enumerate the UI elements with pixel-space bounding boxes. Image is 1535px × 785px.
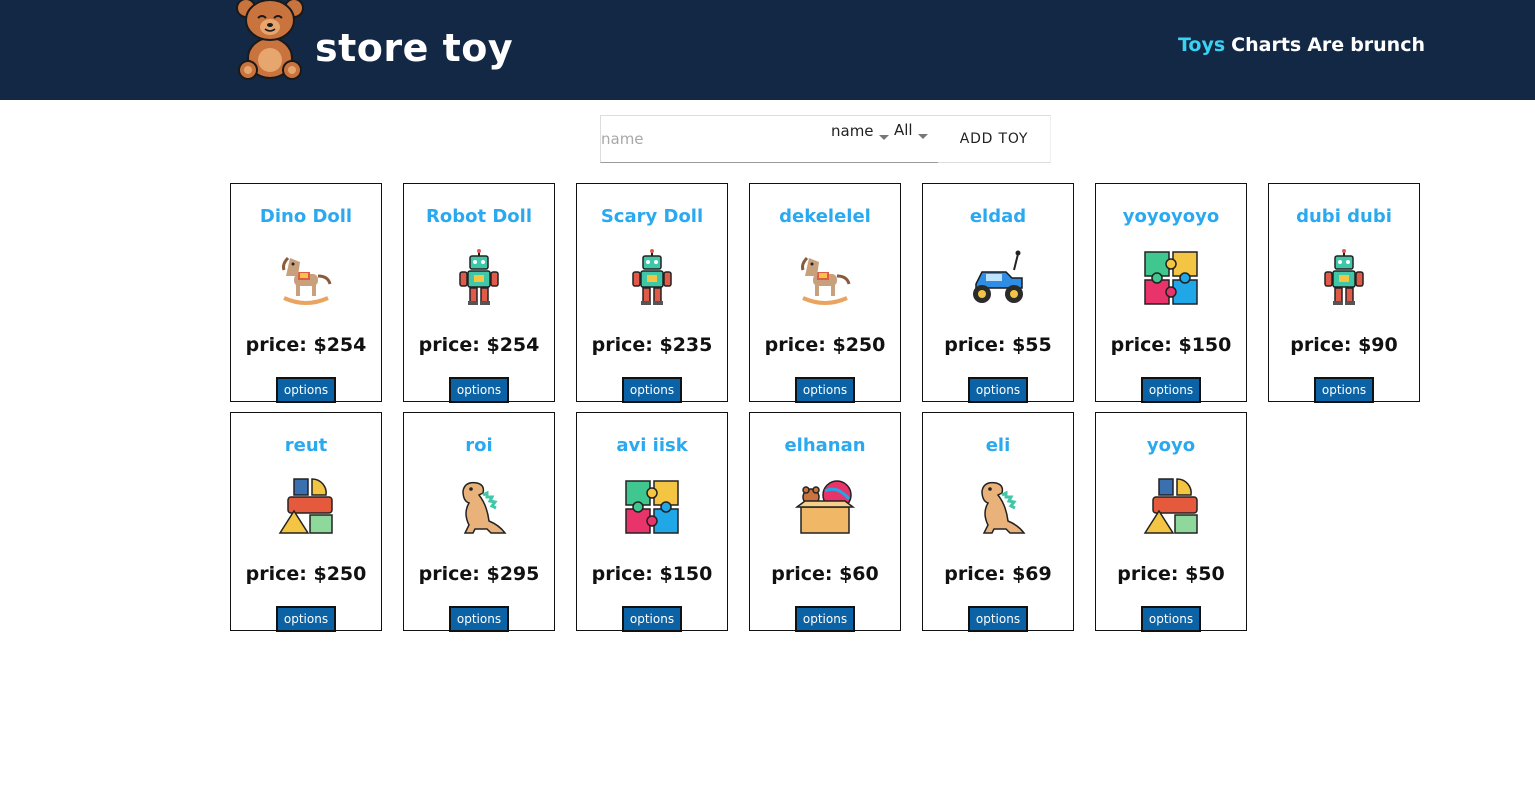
toy-price: price: $254 xyxy=(245,334,367,356)
options-button[interactable]: options xyxy=(968,606,1028,632)
nav-link-charts[interactable]: Charts xyxy=(1231,34,1301,56)
options-button[interactable]: options xyxy=(795,377,855,403)
dinosaur-icon xyxy=(968,477,1028,537)
toy-name: reut xyxy=(284,435,328,456)
options-button[interactable]: options xyxy=(968,377,1028,403)
toy-name: dekelelel xyxy=(779,206,871,227)
puzzle-icon xyxy=(1141,248,1201,308)
filter-toolbar: name All ADD TOY xyxy=(600,115,1051,163)
toy-price: price: $90 xyxy=(1290,334,1398,356)
toy-name: eli xyxy=(985,435,1011,456)
options-button[interactable]: options xyxy=(276,377,336,403)
options-button[interactable]: options xyxy=(622,606,682,632)
toy-card[interactable]: roi price: $295 options xyxy=(403,412,555,632)
toy-price: price: $254 xyxy=(418,334,540,356)
toy-name: Robot Doll xyxy=(426,206,532,227)
nav-link-are[interactable]: Are xyxy=(1307,34,1344,56)
dinosaur-icon xyxy=(449,477,509,537)
toy-price: price: $150 xyxy=(591,563,713,585)
robot-icon xyxy=(449,248,509,308)
toy-price: price: $250 xyxy=(245,563,367,585)
blocks-icon xyxy=(1141,477,1201,537)
toy-card[interactable]: elhanan price: $60 options xyxy=(749,412,901,632)
main-nav: Toys Charts Are brunch xyxy=(1172,34,1425,56)
toy-card[interactable]: Scary Doll price: $235 options xyxy=(576,183,728,403)
toy-name: yoyo xyxy=(1146,435,1196,456)
rc-car-icon xyxy=(968,248,1028,308)
toy-card[interactable]: yoyo price: $50 options xyxy=(1095,412,1247,632)
toy-card[interactable]: eli price: $69 options xyxy=(922,412,1074,632)
toy-price: price: $55 xyxy=(944,334,1052,356)
toy-card[interactable]: yoyoyoyo price: $150 options xyxy=(1095,183,1247,403)
rocking-horse-icon xyxy=(276,248,336,308)
toy-name: roi xyxy=(465,435,493,456)
options-button[interactable]: options xyxy=(1141,377,1201,403)
toy-price: price: $250 xyxy=(764,334,886,356)
toy-card[interactable]: Dino Doll price: $254 options xyxy=(230,183,382,403)
toy-name: elhanan xyxy=(784,435,866,456)
toy-card[interactable]: dubi dubi price: $90 options xyxy=(1268,183,1420,403)
toy-name: eldad xyxy=(969,206,1027,227)
toy-name: Scary Doll xyxy=(600,206,704,227)
toy-name: Dino Doll xyxy=(259,206,353,227)
toy-price: price: $235 xyxy=(591,334,713,356)
toy-card[interactable]: Robot Doll price: $254 options xyxy=(403,183,555,403)
chevron-down-icon xyxy=(878,135,889,140)
toy-name: avi iisk xyxy=(616,435,688,456)
chevron-down-icon xyxy=(917,134,928,139)
blocks-icon xyxy=(276,477,336,537)
teddy-bear-icon[interactable] xyxy=(236,0,306,82)
toy-price: price: $69 xyxy=(944,563,1052,585)
toy-name: yoyoyoyo xyxy=(1122,206,1220,227)
toy-price: price: $60 xyxy=(771,563,879,585)
sort-select[interactable]: name xyxy=(831,122,889,140)
rocking-horse-icon xyxy=(795,248,855,308)
toy-box-icon xyxy=(794,477,856,537)
toy-card[interactable]: eldad price: $55 options xyxy=(922,183,1074,403)
options-button[interactable]: options xyxy=(622,377,682,403)
category-select[interactable]: All xyxy=(894,121,928,139)
brand-title[interactable]: store toy xyxy=(315,26,513,70)
toy-name: dubi dubi xyxy=(1296,206,1392,227)
options-button[interactable]: options xyxy=(795,606,855,632)
toy-price: price: $50 xyxy=(1117,563,1225,585)
sort-select-value: name xyxy=(831,122,874,140)
category-select-value: All xyxy=(894,121,913,139)
toy-card[interactable]: reut price: $250 options xyxy=(230,412,382,632)
puzzle-icon xyxy=(622,477,682,537)
nav-link-brunch[interactable]: brunch xyxy=(1350,34,1425,56)
nav-link-toys[interactable]: Toys xyxy=(1178,34,1225,56)
options-button[interactable]: options xyxy=(449,377,509,403)
robot-icon xyxy=(1314,248,1374,308)
options-button[interactable]: options xyxy=(276,606,336,632)
options-button[interactable]: options xyxy=(449,606,509,632)
add-toy-button[interactable]: ADD TOY xyxy=(938,115,1051,163)
options-button[interactable]: options xyxy=(1141,606,1201,632)
top-header: store toy Toys Charts Are brunch xyxy=(0,0,1535,100)
toy-price: price: $295 xyxy=(418,563,540,585)
toy-card[interactable]: avi iisk price: $150 options xyxy=(576,412,728,632)
toy-card[interactable]: dekelelel price: $250 options xyxy=(749,183,901,403)
robot-icon xyxy=(622,248,682,308)
options-button[interactable]: options xyxy=(1314,377,1374,403)
toy-price: price: $150 xyxy=(1110,334,1232,356)
